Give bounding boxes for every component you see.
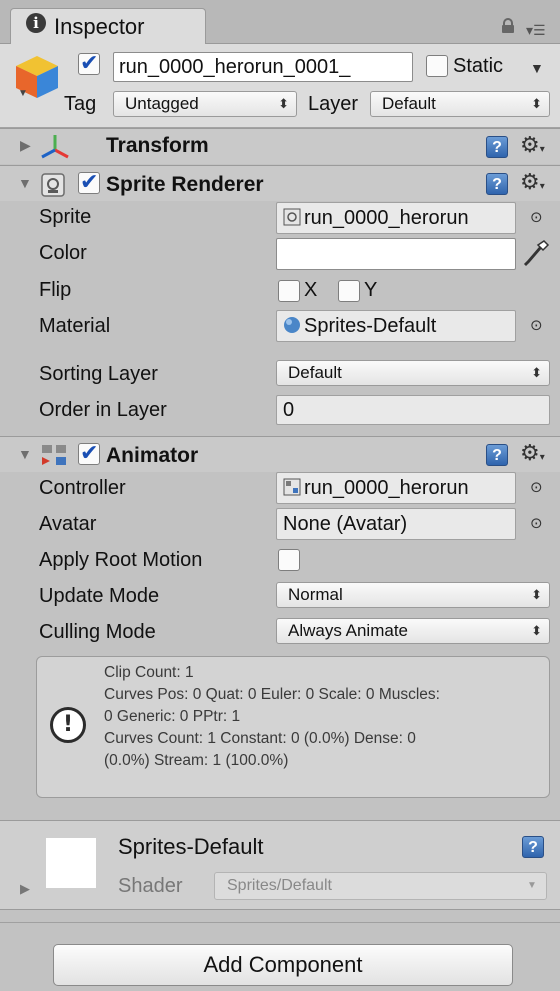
animator-gear-icon[interactable]: ⚙▾: [520, 442, 545, 469]
layer-dropdown[interactable]: Default ⬍: [370, 91, 550, 117]
eyedropper-icon[interactable]: [522, 238, 550, 270]
apply-root-motion-checkbox[interactable]: [278, 549, 300, 571]
transform-help-icon[interactable]: ?: [486, 136, 508, 158]
divider: [0, 922, 560, 923]
transform-gear-icon[interactable]: ⚙▾: [520, 134, 545, 161]
info-line: Curves Count: 1 Constant: 0 (0.0%) Dense…: [104, 730, 416, 747]
controller-object-picker-icon[interactable]: ⊙: [530, 478, 543, 496]
info-line: 0 Generic: 0 PPtr: 1: [104, 708, 241, 725]
material-name: Sprites-Default: [118, 834, 264, 859]
transform-title: Transform: [106, 134, 209, 157]
color-label: Color: [39, 242, 87, 264]
layer-value: Default: [382, 94, 436, 113]
popup-arrows-icon: ⬍: [531, 96, 542, 111]
animator-help-icon[interactable]: ?: [486, 444, 508, 466]
info-icon: i: [26, 13, 46, 33]
material-sphere-icon: [284, 317, 300, 333]
sprite-value: run_0000_herorun: [304, 207, 469, 229]
material-preview: [46, 838, 96, 888]
icon-dropdown-arrow-icon[interactable]: ▼: [18, 88, 28, 99]
popup-arrows-icon: ⬍: [531, 623, 542, 638]
controller-field[interactable]: run_0000_herorun: [276, 472, 516, 504]
info-line: Clip Count: 1: [104, 664, 194, 681]
flip-y-checkbox[interactable]: [338, 280, 360, 302]
apply-root-motion-label: Apply Root Motion: [39, 549, 203, 571]
popup-arrows-icon: ⬍: [531, 365, 542, 380]
color-swatch[interactable]: [276, 238, 516, 270]
material-field[interactable]: Sprites-Default: [276, 310, 516, 342]
sorting-layer-dropdown[interactable]: Default ⬍: [276, 360, 550, 386]
flip-x-checkbox[interactable]: [278, 280, 300, 302]
sprite-renderer-foldout-icon[interactable]: ▼: [18, 175, 32, 191]
tag-dropdown[interactable]: Untagged ⬍: [113, 91, 297, 117]
transform-foldout-icon[interactable]: ▶: [20, 137, 31, 154]
order-in-layer-field[interactable]: 0: [276, 395, 550, 425]
update-mode-dropdown[interactable]: Normal ⬍: [276, 582, 550, 608]
flip-label: Flip: [39, 279, 72, 301]
exclamation-info-icon: !: [50, 707, 86, 743]
flip-y-label: Y: [364, 279, 378, 301]
sprite-asset-icon: [283, 208, 301, 226]
culling-mode-dropdown[interactable]: Always Animate ⬍: [276, 618, 550, 644]
context-menu-icon[interactable]: ▾☰: [526, 22, 546, 39]
material-object-picker-icon[interactable]: ⊙: [530, 316, 543, 334]
info-line: (0.0%) Stream: 1 (100.0%): [104, 752, 289, 769]
material-value: Sprites-Default: [304, 315, 437, 337]
order-in-layer-label: Order in Layer: [39, 399, 167, 421]
sprite-renderer-title: Sprite Renderer: [106, 173, 264, 196]
sprite-field[interactable]: run_0000_herorun: [276, 202, 516, 234]
shader-label: Shader: [118, 875, 183, 897]
material-label: Material: [39, 315, 111, 337]
sprite-renderer-icon: [41, 173, 65, 197]
material-foldout-icon[interactable]: ▶: [20, 881, 30, 897]
controller-asset-icon: [283, 478, 301, 496]
sprite-renderer-enabled-checkbox[interactable]: [78, 169, 100, 195]
add-component-button[interactable]: Add Component: [53, 944, 513, 986]
animator-foldout-icon[interactable]: ▼: [18, 446, 32, 462]
layer-label: Layer: [308, 93, 359, 115]
update-mode-label: Update Mode: [39, 585, 160, 607]
sprite-renderer-gear-icon[interactable]: ⚙▾: [520, 171, 545, 198]
transform-axes-icon: [41, 135, 69, 159]
popup-arrows-icon: ⬍: [278, 96, 289, 111]
transform-header[interactable]: [0, 128, 560, 164]
gameobject-name-field[interactable]: run_0000_herorun_0001_: [113, 52, 413, 82]
culling-mode-label: Culling Mode: [39, 621, 156, 643]
sorting-layer-label: Sorting Layer: [39, 363, 158, 385]
tag-label: Tag: [64, 93, 97, 115]
sprite-renderer-help-icon[interactable]: ?: [486, 173, 508, 195]
animator-enabled-checkbox[interactable]: [78, 440, 100, 466]
avatar-object-picker-icon[interactable]: ⊙: [530, 514, 543, 532]
culling-mode-value: Always Animate: [288, 621, 408, 640]
static-dropdown-arrow-icon[interactable]: ▼: [530, 60, 544, 76]
info-line: Curves Pos: 0 Quat: 0 Euler: 0 Scale: 0 …: [104, 686, 440, 703]
lock-icon[interactable]: [500, 18, 516, 34]
controller-value: run_0000_herorun: [304, 477, 469, 499]
animator-icon: [42, 445, 66, 465]
popup-arrows-icon: ⬍: [531, 587, 542, 602]
gameobject-active-checkbox[interactable]: [78, 50, 100, 76]
sprite-object-picker-icon[interactable]: ⊙: [530, 208, 543, 226]
shader-dropdown[interactable]: Sprites/Default: [214, 872, 547, 900]
animator-title: Animator: [106, 444, 199, 467]
sprite-label: Sprite: [39, 206, 92, 228]
update-mode-value: Normal: [288, 585, 343, 604]
static-label: Static: [453, 55, 504, 77]
controller-label: Controller: [39, 477, 126, 499]
tag-value: Untagged: [125, 94, 199, 113]
tab-title: Inspector: [54, 14, 145, 39]
flip-x-label: X: [304, 279, 318, 301]
shader-dropdown-arrow-icon: ▼: [527, 880, 537, 891]
sorting-layer-value: Default: [288, 363, 342, 382]
material-help-icon[interactable]: ?: [522, 836, 544, 858]
static-checkbox[interactable]: [426, 55, 448, 77]
avatar-field[interactable]: None (Avatar): [276, 508, 516, 540]
avatar-label: Avatar: [39, 513, 97, 535]
